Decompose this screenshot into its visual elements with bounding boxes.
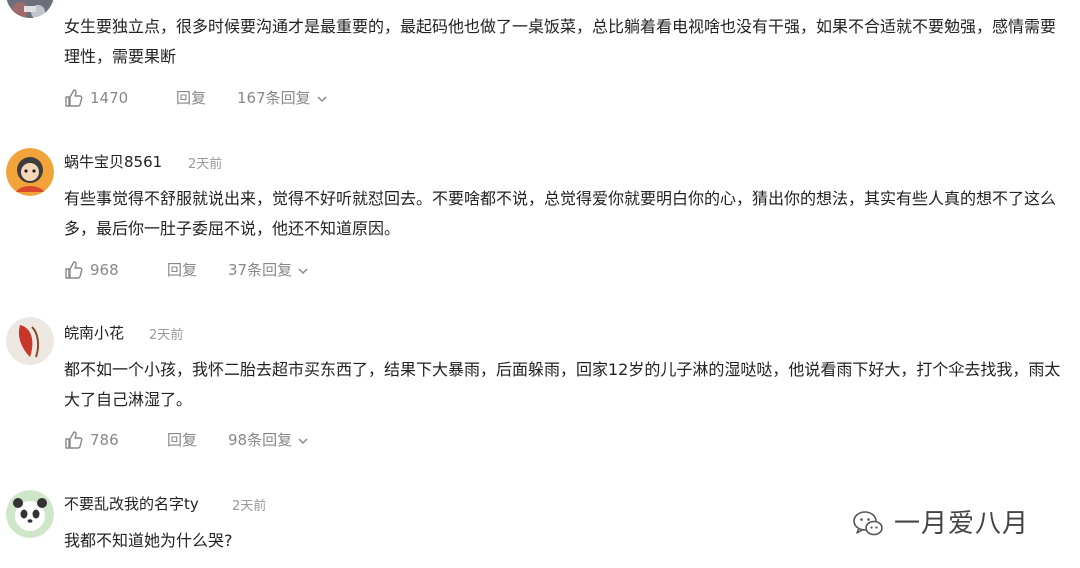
- comment-content: 都不如一个小孩，我怀二胎去超市买东西了，结果下大暴雨，后面躲雨，回家12岁的儿子…: [64, 360, 1061, 409]
- view-replies-button[interactable]: 167条回复: [237, 86, 329, 110]
- avatar[interactable]: [6, 0, 54, 18]
- reply-button[interactable]: 回复: [176, 86, 206, 110]
- chevron-down-icon: [317, 95, 327, 102]
- thumbs-up-icon[interactable]: [64, 430, 84, 450]
- username[interactable]: 蜗牛宝贝8561: [64, 151, 162, 172]
- comment-time: 2天前: [232, 499, 267, 514]
- comment-time: 2天前: [188, 157, 223, 172]
- like-count: 786: [90, 431, 119, 449]
- like-count: 968: [90, 261, 119, 279]
- comment-time: 2天前: [149, 328, 184, 343]
- avatar[interactable]: [6, 490, 54, 538]
- watermark-text: 一月爱八月: [894, 509, 1030, 539]
- username[interactable]: 不要乱改我的名字ty: [64, 493, 199, 514]
- comment-content: 女生要独立点，很多时候要沟通才是最重要的，最起码他也做了一桌饭菜，总比躺着看电视…: [64, 17, 1057, 66]
- thumbs-up-icon[interactable]: [64, 260, 84, 280]
- view-replies-button[interactable]: 98条回复: [228, 428, 310, 452]
- like-count: 1470: [90, 89, 129, 107]
- replies-count: 167条回复: [237, 89, 311, 107]
- replies-count: 98条回复: [228, 431, 293, 449]
- comment-content: 有些事觉得不舒服就说出来，觉得不好听就怼回去。不要啥都不说，总觉得爱你就要明白你…: [64, 189, 1057, 238]
- chevron-down-icon: [298, 437, 308, 444]
- thumbs-up-icon[interactable]: [64, 88, 84, 108]
- avatar[interactable]: [6, 148, 54, 196]
- reply-button[interactable]: 回复: [167, 428, 197, 452]
- replies-count: 37条回复: [228, 261, 293, 279]
- view-replies-button[interactable]: 37条回复: [228, 258, 310, 282]
- username[interactable]: 皖南小花: [64, 322, 124, 343]
- chevron-down-icon: [298, 267, 308, 274]
- wechat-icon: [853, 511, 883, 536]
- avatar[interactable]: [6, 317, 54, 365]
- reply-button[interactable]: 回复: [167, 258, 197, 282]
